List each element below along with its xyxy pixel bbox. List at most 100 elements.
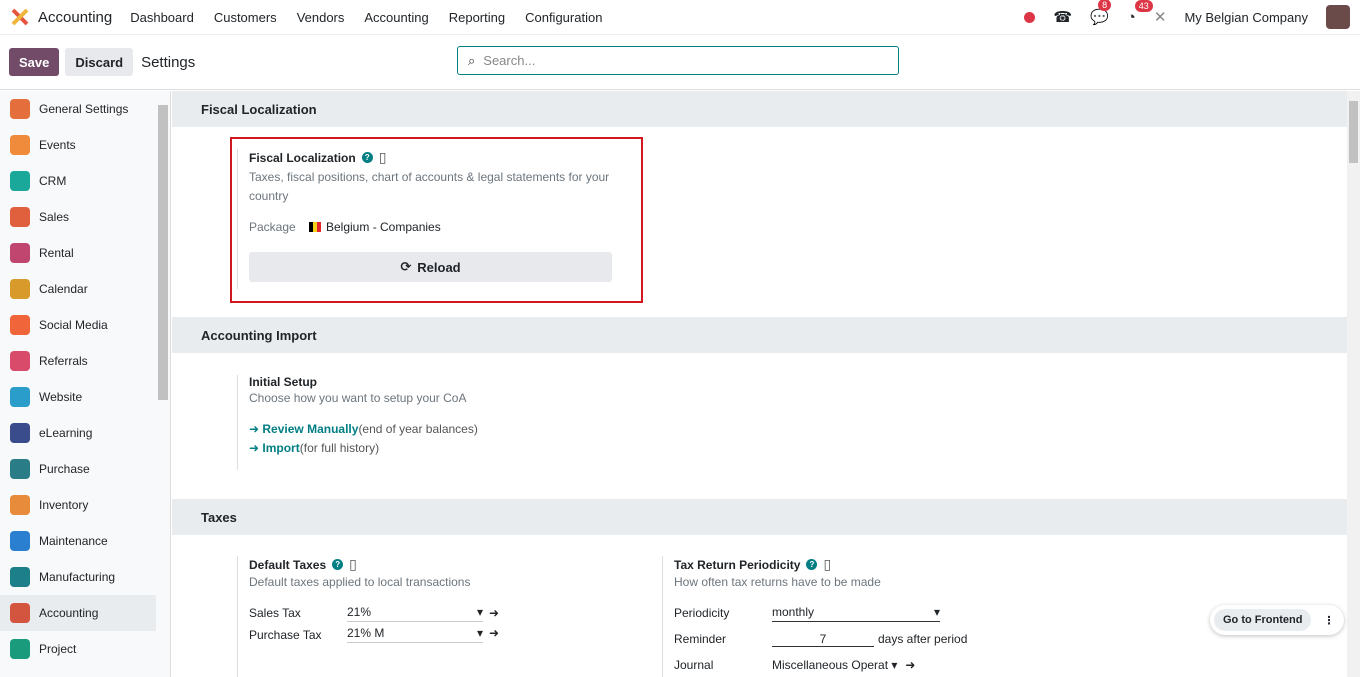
sidebar-item-crm[interactable]: CRM (0, 163, 156, 199)
app-icon (10, 315, 30, 335)
app-icon (10, 171, 30, 191)
sidebar-item-label: Accounting (39, 606, 99, 620)
discard-button[interactable]: Discard (65, 48, 134, 76)
sidebar-item-label: CRM (39, 174, 67, 188)
help-icon[interactable]: ? (806, 559, 818, 570)
help-icon[interactable]: ? (332, 559, 344, 570)
periodicity-select[interactable]: monthly ▾ (772, 605, 940, 622)
app-icon (10, 279, 30, 299)
reminder-input[interactable]: 7 (772, 632, 874, 647)
help-icon[interactable]: ? (361, 152, 373, 163)
sidebar-item-label: Events (39, 138, 76, 152)
menu-accounting[interactable]: Accounting (364, 10, 428, 25)
page-title: Settings (141, 53, 196, 71)
frontend-widget: Go to Frontend ⋮ (1210, 605, 1345, 635)
messages-icon[interactable]: 💬 8 (1090, 0, 1112, 26)
reminder-label: Reminder (674, 632, 727, 646)
default-taxes-desc: Default taxes applied to local transacti… (249, 575, 471, 589)
internal-link-arrow-icon[interactable]: ➜ (489, 606, 499, 620)
sidebar-item-label: Rental (39, 246, 74, 260)
app-icon (10, 639, 30, 659)
sidebar-item-elearning[interactable]: eLearning (0, 415, 156, 451)
menu-dashboard[interactable]: Dashboard (130, 10, 194, 25)
sidebar-item-label: Project (39, 642, 77, 656)
app-icon (10, 207, 30, 227)
purchase-tax-select[interactable]: 21% M ▾ (347, 626, 483, 643)
accounting-logo-icon[interactable] (10, 7, 30, 27)
sales-tax-label: Sales Tax (249, 606, 301, 620)
sidebar-item-label: Inventory (39, 498, 89, 512)
app-icon (10, 567, 30, 587)
sidebar-item-referrals[interactable]: Referrals (0, 343, 156, 379)
sidebar-item-inventory[interactable]: Inventory (0, 487, 156, 523)
app-icon (10, 387, 30, 407)
sidebar-item-manufacturing[interactable]: Manufacturing (0, 559, 156, 595)
main-menu: Dashboard Customers Vendors Accounting R… (130, 10, 602, 25)
section-taxes: Taxes (172, 499, 1347, 535)
caret-down-icon: ▾ (476, 626, 483, 640)
app-icon (10, 135, 30, 155)
sidebar-item-label: Referrals (39, 354, 88, 368)
activities-badge: 43 (1134, 0, 1153, 12)
package-label: Package (249, 220, 296, 234)
save-button[interactable]: Save (9, 48, 60, 76)
sidebar-item-label: Purchase (39, 462, 90, 476)
caret-down-icon: ▾ (476, 604, 483, 619)
journal-select[interactable]: Miscellaneous Operat ▾ (772, 658, 897, 672)
internal-link-arrow-icon[interactable]: ➜ (905, 658, 915, 672)
top-navbar: Accounting Dashboard Customers Vendors A… (0, 0, 1360, 35)
sidebar-item-general-settings[interactable]: General Settings (0, 91, 156, 127)
company-switcher[interactable]: My Belgian Company (1184, 10, 1308, 25)
sales-tax-select[interactable]: 21% ▾ (347, 605, 483, 622)
reload-button[interactable]: ⟳ Reload (249, 252, 612, 282)
section-fiscal-localization: Fiscal Localization (172, 91, 1347, 127)
app-icon (10, 99, 30, 119)
more-options-icon[interactable]: ⋮ (1317, 614, 1340, 627)
sidebar-item-accounting[interactable]: Accounting (0, 595, 156, 631)
menu-reporting[interactable]: Reporting (449, 10, 505, 25)
sidebar-item-maintenance[interactable]: Maintenance (0, 523, 156, 559)
avatar[interactable] (1326, 5, 1350, 29)
periodicity-label: Periodicity (674, 606, 730, 620)
sidebar-item-label: Sales (39, 210, 70, 224)
sidebar-item-purchase[interactable]: Purchase (0, 451, 156, 487)
sidebar-item-project[interactable]: Project (0, 631, 156, 667)
menu-configuration[interactable]: Configuration (525, 10, 602, 25)
status-dot-icon[interactable] (1024, 11, 1036, 23)
periodicity-title: Tax Return Periodicity (674, 557, 801, 572)
sidebar-item-rental[interactable]: Rental (0, 235, 156, 271)
internal-link-arrow-icon[interactable]: ➜ (489, 626, 499, 640)
sidebar-item-sales[interactable]: Sales (0, 199, 156, 235)
search-icon: ⌕ (468, 52, 476, 68)
refresh-icon: ⟳ (400, 259, 412, 274)
app-icon (10, 243, 30, 263)
app-icon (10, 459, 30, 479)
app-name[interactable]: Accounting (38, 9, 112, 26)
sidebar-item-events[interactable]: Events (0, 127, 156, 163)
import-link[interactable]: ➜ Import (249, 441, 300, 455)
purchase-tax-value: 21% M (347, 626, 385, 640)
settings-sidebar: General Settings Events CRM Sales Rental Cale… (0, 91, 171, 677)
menu-vendors[interactable]: Vendors (297, 10, 345, 25)
menu-customers[interactable]: Customers (214, 10, 277, 25)
phone-icon[interactable]: ☎ (1053, 8, 1072, 26)
sidebar-item-calendar[interactable]: Calendar (0, 271, 156, 307)
app-icon (10, 531, 30, 551)
main-scrollbar[interactable] (1347, 91, 1360, 677)
review-label: Review Manually (262, 422, 359, 436)
go-to-frontend-button[interactable]: Go to Frontend (1214, 609, 1312, 631)
app-icon (10, 423, 30, 443)
activities-clock-icon[interactable]: ◔ 43 (1127, 0, 1153, 26)
journal-value: Miscellaneous Operat (772, 658, 889, 672)
default-taxes-setting: Default Taxes? ▯ Default taxes applied to… (237, 556, 637, 677)
company-building-icon: ▯ (823, 556, 832, 572)
import-label: Import (262, 441, 300, 455)
search-input[interactable]: ⌕ Search... (457, 46, 899, 75)
sidebar-item-social-media[interactable]: Social Media (0, 307, 156, 343)
fiscal-desc: Taxes, fiscal positions, chart of accoun… (249, 170, 610, 203)
control-panel: Save Discard Settings ⌕ Search... (0, 35, 1360, 90)
sidebar-scrollbar[interactable] (158, 105, 168, 400)
tools-icon[interactable]: ✕ (1154, 8, 1167, 26)
review-manually-link[interactable]: ➜ Review Manually (249, 422, 358, 436)
sidebar-item-website[interactable]: Website (0, 379, 156, 415)
